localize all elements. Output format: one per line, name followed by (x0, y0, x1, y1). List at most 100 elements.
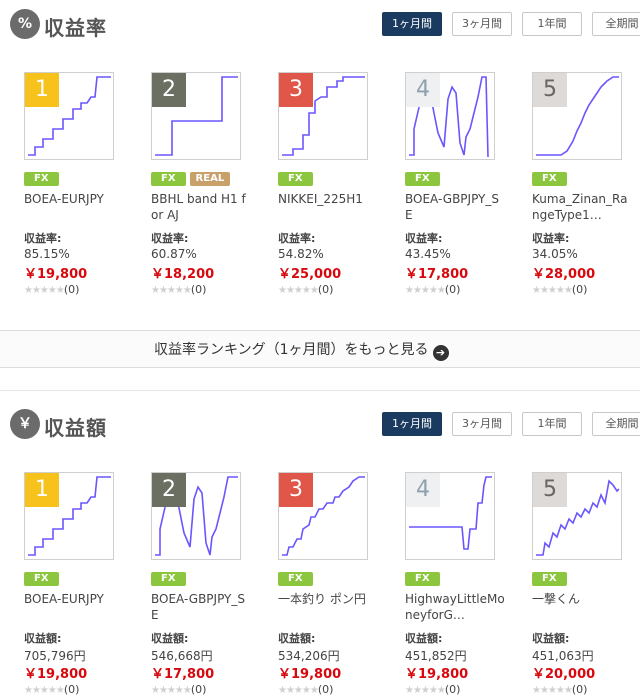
metric-value: 43.45% (405, 247, 451, 261)
fx-badge: FX (405, 572, 440, 586)
category-badges: FX REAL (151, 172, 234, 186)
fx-badge: FX (24, 572, 59, 586)
metric-value: 451,063円 (532, 649, 594, 663)
tab-all-time[interactable]: 全期間 (592, 412, 640, 436)
price: ￥20,000 (532, 667, 596, 682)
more-ranking-link[interactable]: 収益率ランキング（1ヶ月間）をもっと見る ➔ (154, 339, 449, 361)
metric-label: 収益額: (532, 632, 570, 645)
metric-label: 収益額: (151, 632, 189, 645)
metric-value: 534,206円 (278, 649, 340, 663)
metric-label: 収益率: (405, 232, 443, 245)
section-title: 収益額 (44, 416, 107, 440)
rank-badge: 1 (25, 73, 59, 107)
rating: ★★★★★(0) (532, 683, 587, 696)
product-name[interactable]: BBHL band H1 for AJ (151, 191, 251, 223)
category-badges: FX (405, 172, 444, 186)
performance-chart-thumbnail[interactable]: 1 (24, 472, 114, 560)
fx-badge: FX (151, 172, 186, 186)
price: ￥19,800 (278, 667, 342, 682)
review-count: (0) (190, 683, 207, 696)
rating: ★★★★★(0) (405, 283, 460, 296)
category-badges: FX (151, 572, 190, 586)
category-badges: FX (278, 572, 317, 586)
category-badges: FX (24, 172, 63, 186)
product-name[interactable]: BOEA-EURJPY (24, 591, 124, 607)
section-title: 収益率 (44, 16, 107, 40)
metric-label: 収益額: (24, 632, 62, 645)
tab-1-month[interactable]: 1ヶ月間 (382, 412, 442, 436)
tab-1-year[interactable]: 1年間 (522, 12, 582, 36)
product-name[interactable]: NIKKEI_225H1 (278, 191, 378, 207)
tab-1-year[interactable]: 1年間 (522, 412, 582, 436)
tab-3-months[interactable]: 3ヶ月間 (452, 12, 512, 36)
product-name[interactable]: BOEA-GBPJPY_SE (405, 191, 505, 223)
rating: ★★★★★(0) (151, 283, 206, 296)
rank-badge: 2 (152, 473, 186, 507)
rank-badge: 2 (152, 73, 186, 107)
tab-all-time[interactable]: 全期間 (592, 12, 640, 36)
performance-chart-thumbnail[interactable]: 2 (151, 72, 241, 160)
percent-icon: % (10, 9, 40, 39)
fx-badge: FX (405, 172, 440, 186)
arrow-right-icon: ➔ (432, 345, 449, 361)
product-name[interactable]: 一撃くん (532, 591, 632, 607)
product-name[interactable]: 一本釣り ポン円 (278, 591, 378, 607)
metric-label: 収益率: (278, 232, 316, 245)
star-rating-icon: ★★★★★ (278, 685, 319, 696)
tab-1-month[interactable]: 1ヶ月間 (382, 12, 442, 36)
metric-label: 収益率: (532, 232, 570, 245)
product-name[interactable]: BOEA-EURJPY (24, 191, 124, 207)
category-badges: FX (278, 172, 317, 186)
rating: ★★★★★(0) (24, 683, 79, 696)
performance-chart-thumbnail[interactable]: 4 (405, 472, 495, 560)
fx-badge: FX (532, 572, 567, 586)
tab-3-months[interactable]: 3ヶ月間 (452, 412, 512, 436)
fx-badge: FX (24, 172, 59, 186)
section-header: ￥ 収益額 1ヶ月間 3ヶ月間 1年間 全期間 (10, 409, 640, 441)
review-count: (0) (317, 283, 334, 296)
star-rating-icon: ★★★★★ (278, 285, 319, 296)
product-name[interactable]: Kuma_Zinan_RangeType1… (532, 191, 632, 223)
star-rating-icon: ★★★★★ (151, 685, 192, 696)
rank-badge: 3 (279, 73, 313, 107)
rank-badge: 5 (533, 73, 567, 107)
review-count: (0) (444, 683, 461, 696)
fx-badge: FX (151, 572, 186, 586)
review-count: (0) (63, 683, 80, 696)
section-header: % 収益率 1ヶ月間 3ヶ月間 1年間 全期間 (10, 9, 640, 41)
more-ranking-bar[interactable]: 収益率ランキング（1ヶ月間）をもっと見る ➔ (0, 330, 640, 368)
price: ￥18,200 (151, 267, 215, 282)
metric-value: 60.87% (151, 247, 197, 261)
metric-label: 収益額: (278, 632, 316, 645)
more-ranking-label: 収益率ランキング（1ヶ月間）をもっと見る (154, 342, 429, 358)
review-count: (0) (190, 283, 207, 296)
price: ￥19,800 (405, 667, 469, 682)
metric-label: 収益率: (24, 232, 62, 245)
rating: ★★★★★(0) (532, 283, 587, 296)
product-name[interactable]: BOEA-GBPJPY_SE (151, 591, 251, 623)
rating: ★★★★★(0) (24, 283, 79, 296)
review-count: (0) (63, 283, 80, 296)
yen-icon: ￥ (10, 409, 40, 439)
real-badge: REAL (189, 172, 231, 186)
star-rating-icon: ★★★★★ (532, 685, 573, 696)
price: ￥25,000 (278, 267, 342, 282)
metric-value: 85.15% (24, 247, 70, 261)
metric-label: 収益額: (405, 632, 443, 645)
performance-chart-thumbnail[interactable]: 2 (151, 472, 241, 560)
price: ￥17,800 (151, 667, 215, 682)
rank-badge: 5 (533, 473, 567, 507)
performance-chart-thumbnail[interactable]: 5 (532, 72, 622, 160)
section-divider (0, 390, 640, 391)
performance-chart-thumbnail[interactable]: 1 (24, 72, 114, 160)
review-count: (0) (571, 283, 588, 296)
product-name[interactable]: HighwayLittleMoneyforG… (405, 591, 505, 623)
performance-chart-thumbnail[interactable]: 3 (278, 472, 368, 560)
rank-badge: 4 (406, 473, 440, 507)
performance-chart-thumbnail[interactable]: 5 (532, 472, 622, 560)
performance-chart-thumbnail[interactable]: 4 (405, 72, 495, 160)
review-count: (0) (444, 283, 461, 296)
fx-badge: FX (532, 172, 567, 186)
performance-chart-thumbnail[interactable]: 3 (278, 72, 368, 160)
rating: ★★★★★(0) (278, 283, 333, 296)
